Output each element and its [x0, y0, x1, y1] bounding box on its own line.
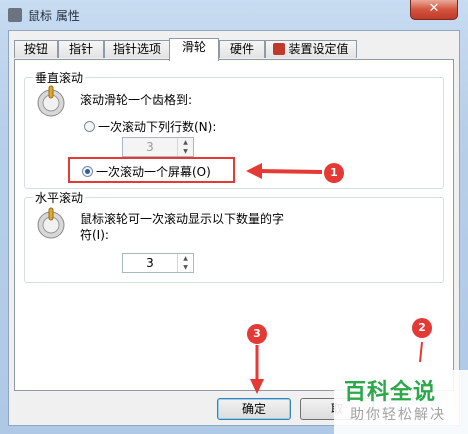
watermark-subtitle: 助你轻松解决 [350, 407, 446, 423]
arrow-2-shaft [419, 341, 423, 363]
arrow-3-head [250, 379, 264, 394]
tab-wheel[interactable]: 滑轮 [169, 38, 219, 61]
annotation-marker-2: 2 [412, 318, 432, 338]
arrow-1-head [246, 163, 262, 179]
watermark: 百科全说 助你轻松解决 [334, 370, 468, 434]
annotation-marker-3: 3 [247, 324, 267, 344]
arrow-1-shaft [257, 169, 323, 174]
watermark-title: 百科全说 [344, 380, 437, 405]
annotation-marker-1: 1 [324, 163, 344, 183]
annotation-arrows [246, 163, 423, 394]
mouse-properties-window: 鼠标 属性 ✕ 按钮 指针 指针选项 滑轮 硬件 装置设定值 垂直滚动 滚动滑轮… [0, 0, 468, 434]
